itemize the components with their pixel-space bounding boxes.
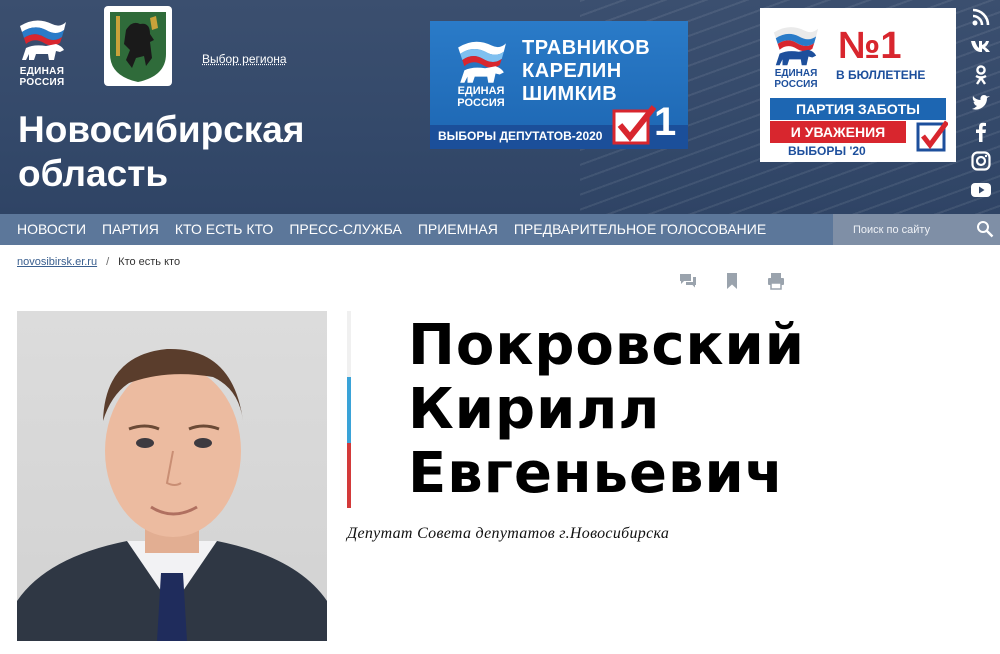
breadcrumb-separator: / [106, 256, 110, 268]
instagram-icon[interactable] [970, 150, 992, 172]
bookmark-icon[interactable] [722, 271, 742, 291]
coat-of-arms-icon [104, 6, 172, 86]
banner-slogan-line: ПАРТИЯ ЗАБОТЫ [770, 98, 946, 120]
person-name-line: Покровский [408, 313, 806, 378]
region-select-link[interactable]: Выбор региона [202, 52, 287, 66]
ballot-number: 1 [654, 100, 677, 144]
site-title-line: область [18, 153, 169, 194]
banner-footer: ВЫБОРЫ '20 [788, 144, 866, 158]
site-title[interactable]: Новосибирская область [18, 108, 358, 196]
person-photo [17, 311, 327, 641]
banner-subline: В БЮЛЛЕТЕНЕ [836, 68, 926, 82]
party-logo[interactable]: ЕДИНАЯ РОССИЯ [10, 8, 74, 88]
person-portrait-image [17, 348, 327, 641]
breadcrumb-current: Кто есть кто [118, 256, 181, 268]
print-icon[interactable] [766, 271, 786, 291]
party-logo-line: РОССИЯ [19, 77, 65, 88]
breadcrumb-home-link[interactable]: novosibirsk.er.ru [17, 256, 97, 268]
nav-item-preliminary-voting[interactable]: ПРЕДВАРИТЕЛЬНОЕ ГОЛОСОВАНИЕ [506, 214, 774, 245]
page-tools [678, 271, 788, 291]
banner-footer: ВЫБОРЫ ДЕПУТАТОВ-2020 [438, 129, 603, 143]
social-links [970, 6, 996, 208]
banner-slogan-line: И УВАЖЕНИЯ [770, 121, 906, 143]
nav-item-press-service[interactable]: ПРЕСС-СЛУЖБА [281, 214, 410, 245]
youtube-icon[interactable] [970, 179, 992, 201]
person-name-line: Евгеньевич [408, 441, 785, 506]
search-box [833, 214, 1000, 245]
nav-item-news[interactable]: НОВОСТИ [0, 214, 94, 245]
main-navigation: НОВОСТИ ПАРТИЯ КТО ЕСТЬ КТО ПРЕСС-СЛУЖБА… [0, 214, 1000, 245]
flag-bear-icon [458, 41, 506, 83]
search-icon[interactable] [976, 220, 994, 238]
tricolor-accent-bar [347, 311, 351, 508]
nav-item-party[interactable]: ПАРТИЯ [94, 214, 167, 245]
odnoklassniki-icon[interactable] [970, 64, 992, 86]
comments-icon[interactable] [678, 271, 698, 291]
candidate-name: ШИМКИВ [522, 83, 618, 105]
rss-icon[interactable] [970, 6, 992, 28]
party-logo-line: ЕДИНАЯ [19, 66, 65, 77]
twitter-icon[interactable] [970, 92, 992, 114]
banner-logo-line: РОССИЯ [457, 97, 505, 109]
person-name-line: Кирилл [408, 377, 661, 442]
flag-bear-icon [20, 20, 66, 60]
election-banner-number-one[interactable]: ЕДИНАЯ РОССИЯ №1 В БЮЛЛЕТЕНЕ ПАРТИЯ ЗАБО… [760, 8, 956, 162]
site-title-line: Новосибирская [18, 109, 305, 150]
candidate-names: ТРАВНИКОВ КАРЕЛИН ШИМКИВ [522, 37, 650, 106]
person-name: Покровский Кирилл Евгеньевич [408, 314, 805, 506]
nav-item-reception[interactable]: ПРИЕМНАЯ [410, 214, 506, 245]
banner-logo-line: РОССИЯ [774, 79, 818, 90]
ballot-check-icon [916, 120, 948, 152]
banner-headline: №1 [838, 25, 902, 67]
candidate-name: ТРАВНИКОВ [522, 37, 651, 59]
person-position: Депутат Совета депутатов г.Новосибирска [347, 525, 670, 542]
candidate-name: КАРЕЛИН [522, 60, 622, 82]
banner-logo-line: ЕДИНАЯ [457, 85, 505, 97]
ballot-check-icon [612, 105, 656, 145]
facebook-icon[interactable] [970, 121, 992, 143]
banner-logo-line: ЕДИНАЯ [774, 68, 818, 79]
election-banner-candidates[interactable]: ЕДИНАЯ РОССИЯ ТРАВНИКОВ КАРЕЛИН ШИМКИВ В… [430, 21, 688, 149]
breadcrumb: novosibirsk.er.ru / Кто есть кто [17, 256, 180, 268]
vk-icon[interactable] [970, 35, 992, 57]
nav-item-who-is-who[interactable]: КТО ЕСТЬ КТО [167, 214, 281, 245]
site-header: ЕДИНАЯ РОССИЯ Выбор региона Новосибирска… [0, 0, 1000, 214]
flag-bear-icon [773, 27, 819, 66]
search-input[interactable] [833, 214, 973, 245]
